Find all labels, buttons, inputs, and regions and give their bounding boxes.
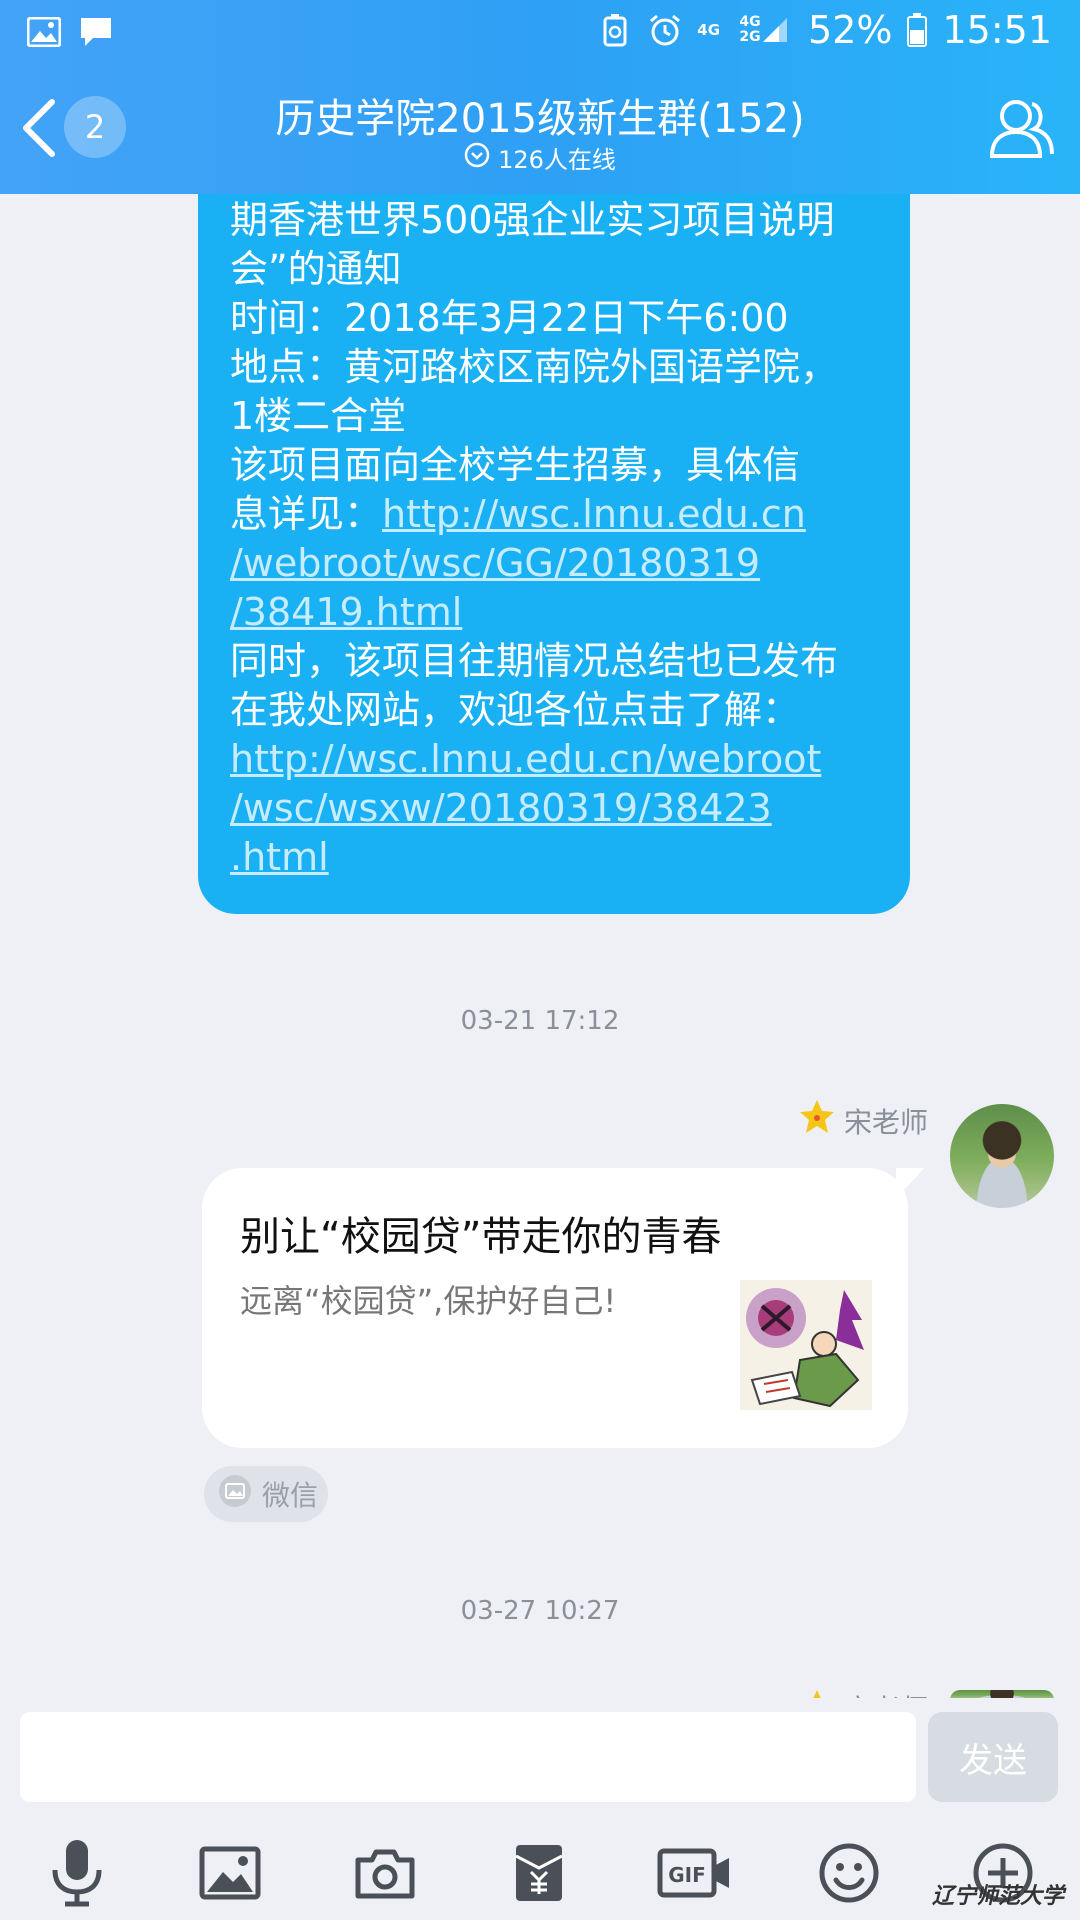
image-source-icon (218, 1474, 252, 1515)
notice-line: 地点：黄河路校区南院外国语学院， (230, 345, 839, 389)
summary-link-continued[interactable]: .html (230, 833, 876, 882)
sender-name: 宋老师 (843, 1105, 928, 1139)
chevron-down-circle-icon (464, 142, 490, 174)
image-icon (199, 1846, 261, 1900)
network-4g-2g-label: 4G 2G (739, 14, 761, 45)
red-packet-icon (515, 1845, 563, 1901)
article-title: 别让“校园贷”带走你的青春 (240, 1214, 722, 1260)
red-packet-button[interactable] (502, 1836, 576, 1910)
chat-header: 4G 4G 2G 52% 15:51 2 历史学院2015级新生群(152) 1… (0, 0, 1080, 194)
chat-input-area: 发送 GIF 辽宁师范大学 (0, 1698, 1080, 1920)
notice-line: 同时，该项目往期情况总结也已发布 (230, 639, 839, 683)
article-thumbnail (740, 1280, 872, 1410)
star-badge-icon (798, 1098, 836, 1143)
notice-line: 在我处网站，欢迎各位点击了解： (230, 688, 801, 732)
battery-percentage: 52% (808, 8, 893, 52)
source-tag: 微信 (204, 1466, 328, 1522)
status-bar: 4G 4G 2G 52% 15:51 (0, 0, 1080, 62)
summary-link-continued[interactable]: /wsc/wsxw/20180319/38423 (230, 784, 876, 833)
notice-line: 期香港世界500强企业实习项目说明 (230, 198, 835, 242)
gif-icon: GIF (657, 1848, 729, 1898)
sender-avatar[interactable] (950, 1104, 1054, 1208)
article-description: 远离“校园贷”,保护好自己! (240, 1282, 617, 1320)
bubble-tail (896, 1168, 924, 1198)
battery-icon (906, 12, 928, 48)
notice-line: 1楼二合堂 (230, 394, 407, 438)
group-members-button[interactable] (988, 96, 1056, 160)
watermark: 辽宁师范大学 (931, 1884, 1064, 1909)
notice-message-bubble[interactable]: 期香港世界500强企业实习项目说明 会”的通知 时间：2018年3月22日下午6… (198, 194, 910, 914)
clock-time: 15:51 (942, 8, 1052, 52)
voice-button[interactable] (40, 1836, 114, 1910)
project-link[interactable]: http://wsc.lnnu.edu.cn (382, 492, 806, 536)
gallery-notification-icon (26, 14, 62, 50)
notice-line-with-link: 息详见：http://wsc.lnnu.edu.cn (230, 490, 876, 539)
input-toolbar: GIF (0, 1836, 1080, 1920)
project-link-continued[interactable]: /38419.html (230, 588, 876, 637)
notice-line: 息详见： (230, 492, 383, 536)
shared-article-card[interactable]: 别让“校园贷”带走你的青春 远离“校园贷”,保护好自己! (202, 1168, 908, 1448)
emoji-icon (819, 1843, 879, 1903)
online-count-label: 126人在线 (498, 146, 616, 174)
camera-button[interactable] (348, 1836, 422, 1910)
message-timestamp: 03-27 10:27 (460, 1596, 620, 1626)
summary-link[interactable]: http://wsc.lnnu.edu.cn/webroot (230, 735, 876, 784)
message-notification-icon (78, 14, 114, 50)
alarm-icon (647, 12, 683, 48)
source-name: 微信 (262, 1479, 319, 1512)
group-title: 历史学院2015级新生群(152) (275, 96, 805, 142)
message-timestamp: 03-21 17:12 (460, 1006, 620, 1036)
camera-icon (355, 1849, 415, 1899)
signal-icon: 4G 2G (734, 12, 794, 48)
project-link-continued[interactable]: /webroot/wsc/GG/20180319 (230, 539, 876, 588)
microphone-icon (52, 1840, 102, 1907)
send-button[interactable]: 发送 (928, 1712, 1058, 1802)
emoji-button[interactable] (812, 1836, 886, 1910)
online-status[interactable]: 126人在线 (0, 140, 1080, 175)
image-button[interactable] (193, 1836, 267, 1910)
gif-button[interactable]: GIF (656, 1836, 732, 1910)
battery-saver-icon (597, 12, 633, 48)
notice-line: 时间：2018年3月22日下午6:00 (230, 296, 789, 340)
network-4g-indicator: 4G (697, 21, 721, 39)
svg-text:GIF: GIF (668, 1863, 706, 1887)
message-input[interactable] (20, 1712, 916, 1802)
sender-label: 宋老师 (798, 1098, 928, 1143)
notice-line: 会”的通知 (230, 247, 402, 291)
notice-line: 该项目面向全校学生招募，具体信 (230, 443, 801, 487)
